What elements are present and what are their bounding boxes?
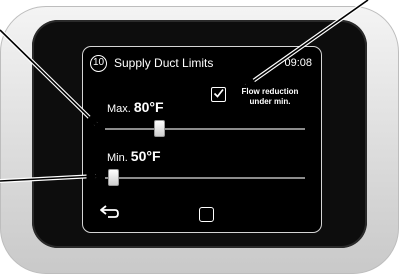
- callout-arrow-flow: [243, 0, 369, 88]
- callout-arrow-max: [0, 29, 99, 127]
- annotation-arrows: [0, 0, 370, 183]
